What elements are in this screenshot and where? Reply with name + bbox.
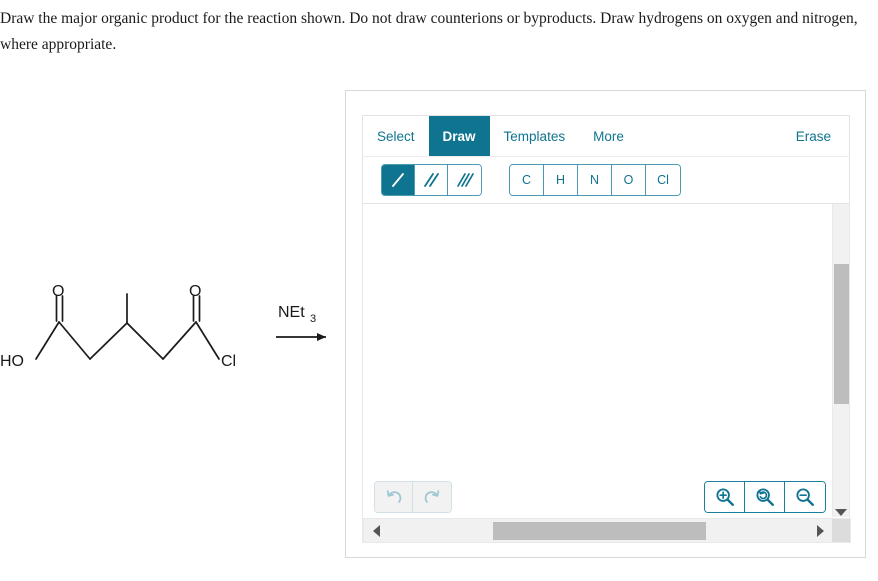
tab-draw[interactable]: Draw	[428, 116, 490, 156]
reaction-scheme: HO O O Cl NEt 3	[0, 275, 340, 390]
undo-icon	[386, 490, 401, 503]
molecule-sketcher-panel: Select Draw Templates More Erase C H N O…	[345, 90, 866, 558]
element-button-hydrogen[interactable]: H	[544, 165, 578, 195]
element-tool-group: C H N O Cl	[509, 164, 681, 196]
element-button-oxygen[interactable]: O	[612, 165, 646, 195]
horizontal-scrollbar[interactable]	[363, 518, 851, 543]
scroll-right-arrow-icon[interactable]	[817, 524, 824, 537]
zoom-button-group	[704, 481, 826, 513]
zoom-reset-button[interactable]	[745, 482, 785, 512]
svg-text:NEt: NEt	[278, 304, 305, 321]
tab-select[interactable]: Select	[363, 116, 429, 156]
vertical-scrollbar[interactable]	[832, 204, 849, 517]
zoom-in-icon	[715, 488, 734, 506]
triple-bond-tool[interactable]	[448, 165, 481, 195]
element-button-nitrogen[interactable]: N	[578, 165, 612, 195]
zoom-in-button[interactable]	[705, 482, 745, 512]
sketcher-tool-bar: C H N O Cl	[362, 156, 850, 204]
single-bond-icon	[392, 173, 404, 187]
question-prompt: Draw the major organic product for the r…	[0, 10, 858, 53]
element-button-chlorine[interactable]: Cl	[646, 165, 680, 195]
atom-label-carbonyl-oxygen-left: O	[52, 283, 64, 300]
triple-bond-icon	[456, 173, 474, 187]
bond-tool-group	[381, 164, 482, 196]
atom-label-chloride: Cl	[221, 353, 236, 370]
sketcher-canvas-area	[362, 204, 851, 543]
vertical-scrollbar-thumb[interactable]	[834, 264, 849, 404]
undo-button[interactable]	[375, 482, 413, 512]
scrollbar-corner	[832, 519, 850, 542]
redo-button[interactable]	[413, 482, 451, 512]
zoom-reset-icon	[755, 488, 774, 506]
scroll-down-arrow-icon[interactable]	[835, 509, 847, 516]
atom-labels: HO O O Cl	[0, 283, 236, 370]
element-button-carbon[interactable]: C	[510, 165, 544, 195]
zoom-out-icon	[796, 488, 814, 506]
history-button-group	[374, 481, 452, 513]
svg-text:3: 3	[310, 313, 316, 325]
double-bond-icon	[424, 173, 439, 187]
horizontal-scrollbar-thumb[interactable]	[493, 522, 706, 540]
atom-label-hydroxyl: HO	[0, 353, 24, 370]
scroll-left-arrow-icon[interactable]	[373, 524, 380, 537]
drawing-surface[interactable]	[363, 204, 833, 517]
sketcher-inner-container: Select Draw Templates More Erase C H N O…	[362, 115, 851, 543]
erase-button[interactable]: Erase	[778, 116, 849, 156]
double-bond-tool[interactable]	[415, 165, 448, 195]
zoom-out-button[interactable]	[785, 482, 825, 512]
sketcher-tab-bar: Select Draw Templates More Erase	[362, 115, 850, 156]
atom-label-carbonyl-oxygen-right: O	[189, 283, 201, 300]
redo-icon	[424, 490, 440, 503]
reaction-arrow-icon	[276, 333, 326, 341]
tab-more[interactable]: More	[579, 116, 638, 156]
skeletal-bonds	[35, 293, 220, 360]
tab-templates[interactable]: Templates	[490, 116, 580, 156]
reagent-label: NEt 3	[278, 304, 316, 325]
single-bond-tool[interactable]	[382, 165, 415, 195]
